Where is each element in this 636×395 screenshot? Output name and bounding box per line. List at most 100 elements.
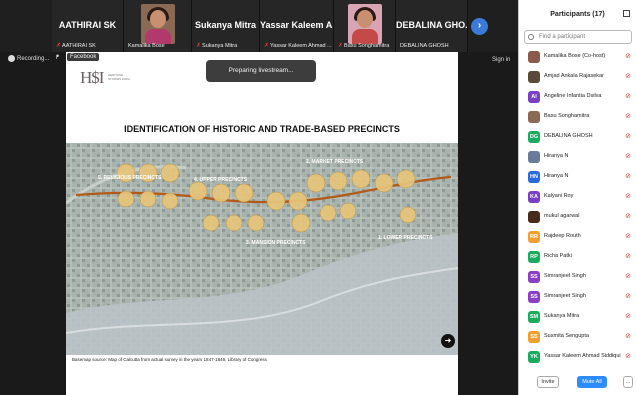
avatar: YK bbox=[528, 351, 540, 363]
tile-label: ✗AATHIRAI SK bbox=[56, 43, 96, 49]
avatar: RP bbox=[528, 251, 540, 263]
participant-name: Amjad Ankala Rajasekar bbox=[544, 73, 604, 79]
mic-muted-icon[interactable]: ⊘ bbox=[625, 72, 631, 80]
participant-name: DEBALINA GHOSH bbox=[544, 133, 593, 139]
participant-search-input[interactable]: Find a participant bbox=[524, 30, 632, 44]
mic-muted-icon[interactable]: ⊘ bbox=[625, 132, 631, 140]
video-tile[interactable]: Sukanya Mitra ✗Sukanya Mitra bbox=[192, 0, 260, 52]
logo: H$I HERITAGE STUDIES INDIA bbox=[80, 68, 130, 87]
rss-icon[interactable]: ᖰ bbox=[56, 55, 59, 62]
avatar: SM bbox=[528, 311, 540, 323]
participant-row[interactable]: SS Simranjeet Singh ⊘ bbox=[519, 268, 636, 288]
participant-row[interactable]: KA Kalyani Roy ⊘ bbox=[519, 188, 636, 208]
participant-name: Simranjeet Singh bbox=[544, 273, 586, 279]
mic-muted-icon[interactable]: ⊘ bbox=[625, 232, 631, 240]
tile-label: Kamalika Bose bbox=[128, 43, 165, 49]
participant-name: Richa Patki bbox=[544, 253, 572, 259]
participant-name: Kamalika Bose (Co-host) bbox=[544, 53, 606, 59]
tile-name: DEBALINA GHO... bbox=[396, 20, 467, 30]
video-tile[interactable]: Kamalika Bose bbox=[124, 0, 192, 52]
participant-name: Hiranya N bbox=[544, 173, 569, 179]
tile-name: Sukanya Mitra bbox=[194, 20, 257, 30]
video-tile[interactable]: Yassar Kaleem A... ✗Yassar Kaleem Ahmad … bbox=[260, 0, 334, 52]
mic-muted-icon[interactable]: ⊘ bbox=[625, 192, 631, 200]
participant-name: Sukanya Mitra bbox=[544, 313, 580, 319]
next-slide-icon[interactable]: ➜ bbox=[441, 334, 455, 348]
mic-muted-icon: ✗ bbox=[338, 43, 344, 49]
participant-row[interactable]: mukul agarwal ⊘ bbox=[519, 208, 636, 228]
participant-row[interactable]: Kamalika Bose (Co-host) ⊘ bbox=[519, 48, 636, 68]
avatar bbox=[528, 211, 540, 223]
participant-name: Susmita Sengupta bbox=[544, 333, 589, 339]
participant-name: Hiranya N bbox=[544, 153, 569, 159]
participant-name: Simranjeet Singh bbox=[544, 293, 586, 299]
tile-name: AATHIRAI SK bbox=[58, 20, 117, 30]
mic-muted-icon[interactable]: ⊘ bbox=[625, 292, 631, 300]
video-tile[interactable]: DEBALINA GHO... DEBALINA GHOSH bbox=[396, 0, 468, 52]
participant-name: Yassar Kaleem Ahmad Siddiqui bbox=[544, 353, 621, 359]
participant-video bbox=[347, 4, 382, 44]
mic-muted-icon[interactable]: ⊘ bbox=[625, 112, 631, 120]
video-tile[interactable]: AATHIRAI SK ✗AATHIRAI SK bbox=[52, 0, 124, 52]
mic-muted-icon[interactable]: ⊘ bbox=[625, 52, 631, 60]
more-options-button[interactable]: ... bbox=[623, 376, 633, 388]
video-tile[interactable]: ✗Basu Songhamitra bbox=[334, 0, 396, 52]
avatar bbox=[528, 111, 540, 123]
slide-title: IDENTIFICATION OF HISTORIC AND TRADE-BAS… bbox=[124, 124, 400, 134]
mic-muted-icon: ✗ bbox=[196, 43, 202, 49]
participant-row[interactable]: SS Susmita Sengupta ⊘ bbox=[519, 328, 636, 348]
facebook-livestream-tab[interactable]: Facebook bbox=[67, 53, 100, 61]
avatar: AI bbox=[528, 91, 540, 103]
participant-row[interactable]: Hiranya N ⊘ bbox=[519, 148, 636, 168]
participant-row[interactable]: Basu Songhamitra ⊘ bbox=[519, 108, 636, 128]
religious-precincts-label: 5. RELIGIOUS PRECINCTS bbox=[98, 175, 162, 181]
mute-all-button[interactable]: Mute All bbox=[577, 376, 607, 388]
participant-video bbox=[140, 4, 175, 44]
mansion-precincts-label: 3. MANSION PRECINCTS bbox=[246, 240, 306, 246]
avatar bbox=[528, 151, 540, 163]
participant-row[interactable]: Amjad Ankala Rajasekar ⊘ bbox=[519, 68, 636, 88]
mic-muted-icon[interactable]: ⊘ bbox=[625, 172, 631, 180]
avatar: SS bbox=[528, 331, 540, 343]
participant-row[interactable]: HN Hiranya N ⊘ bbox=[519, 168, 636, 188]
participant-row[interactable]: RR Rajdeep Routh ⊘ bbox=[519, 228, 636, 248]
participant-row[interactable]: AI Angeline Infantia Dsilva ⊘ bbox=[519, 88, 636, 108]
popout-icon[interactable] bbox=[623, 10, 630, 17]
mic-muted-icon[interactable]: ⊘ bbox=[625, 272, 631, 280]
participant-name: mukul agarwal bbox=[544, 213, 580, 219]
upper-precincts-label: 4. UPPER PRECINCTS bbox=[194, 177, 248, 183]
mic-muted-icon[interactable]: ⊘ bbox=[625, 312, 631, 320]
recording-indicator[interactable]: Recording... bbox=[8, 55, 49, 62]
participant-row[interactable]: RP Richa Patki ⊘ bbox=[519, 248, 636, 268]
tile-label: ✗Sukanya Mitra bbox=[196, 43, 238, 49]
mic-muted-icon[interactable]: ⊘ bbox=[625, 92, 631, 100]
avatar: SS bbox=[528, 291, 540, 303]
mic-muted-icon[interactable]: ⊘ bbox=[625, 352, 631, 360]
avatar bbox=[528, 51, 540, 63]
invite-button[interactable]: Invite bbox=[537, 376, 559, 388]
mic-muted-icon[interactable]: ⊘ bbox=[625, 212, 631, 220]
participant-name: Rajdeep Routh bbox=[544, 233, 581, 239]
tile-name: Yassar Kaleem A... bbox=[260, 20, 333, 30]
avatar: RR bbox=[528, 231, 540, 243]
participant-row[interactable]: SS Simranjeet Singh ⊘ bbox=[519, 288, 636, 308]
chevron-right-icon[interactable]: › bbox=[471, 18, 488, 35]
map-svg: 5. RELIGIOUS PRECINCTS 4. UPPER PRECINCT… bbox=[66, 143, 458, 355]
participant-name: Kalyani Roy bbox=[544, 193, 574, 199]
participant-name: Basu Songhamitra bbox=[544, 113, 590, 119]
mic-muted-icon: ✗ bbox=[56, 43, 62, 49]
avatar: KA bbox=[528, 191, 540, 203]
tile-label: DEBALINA GHOSH bbox=[400, 43, 449, 49]
mic-muted-icon: ✗ bbox=[264, 43, 270, 49]
tile-label: ✗Basu Songhamitra bbox=[338, 43, 390, 49]
mic-muted-icon[interactable]: ⊘ bbox=[625, 152, 631, 160]
mic-muted-icon[interactable]: ⊘ bbox=[625, 332, 631, 340]
mic-muted-icon[interactable]: ⊘ bbox=[625, 252, 631, 260]
participant-row[interactable]: SM Sukanya Mitra ⊘ bbox=[519, 308, 636, 328]
participant-row[interactable]: YK Yassar Kaleem Ahmad Siddiqui ⊘ bbox=[519, 348, 636, 368]
shared-screen-slide: H$I HERITAGE STUDIES INDIA Preparing liv… bbox=[66, 52, 458, 395]
search-icon bbox=[528, 34, 534, 40]
participant-row[interactable]: DG DEBALINA GHOSH ⊘ bbox=[519, 128, 636, 148]
sign-in-link[interactable]: Sign in bbox=[492, 57, 510, 63]
market-precincts-label: 2. MARKET PRECINCTS bbox=[306, 159, 364, 165]
